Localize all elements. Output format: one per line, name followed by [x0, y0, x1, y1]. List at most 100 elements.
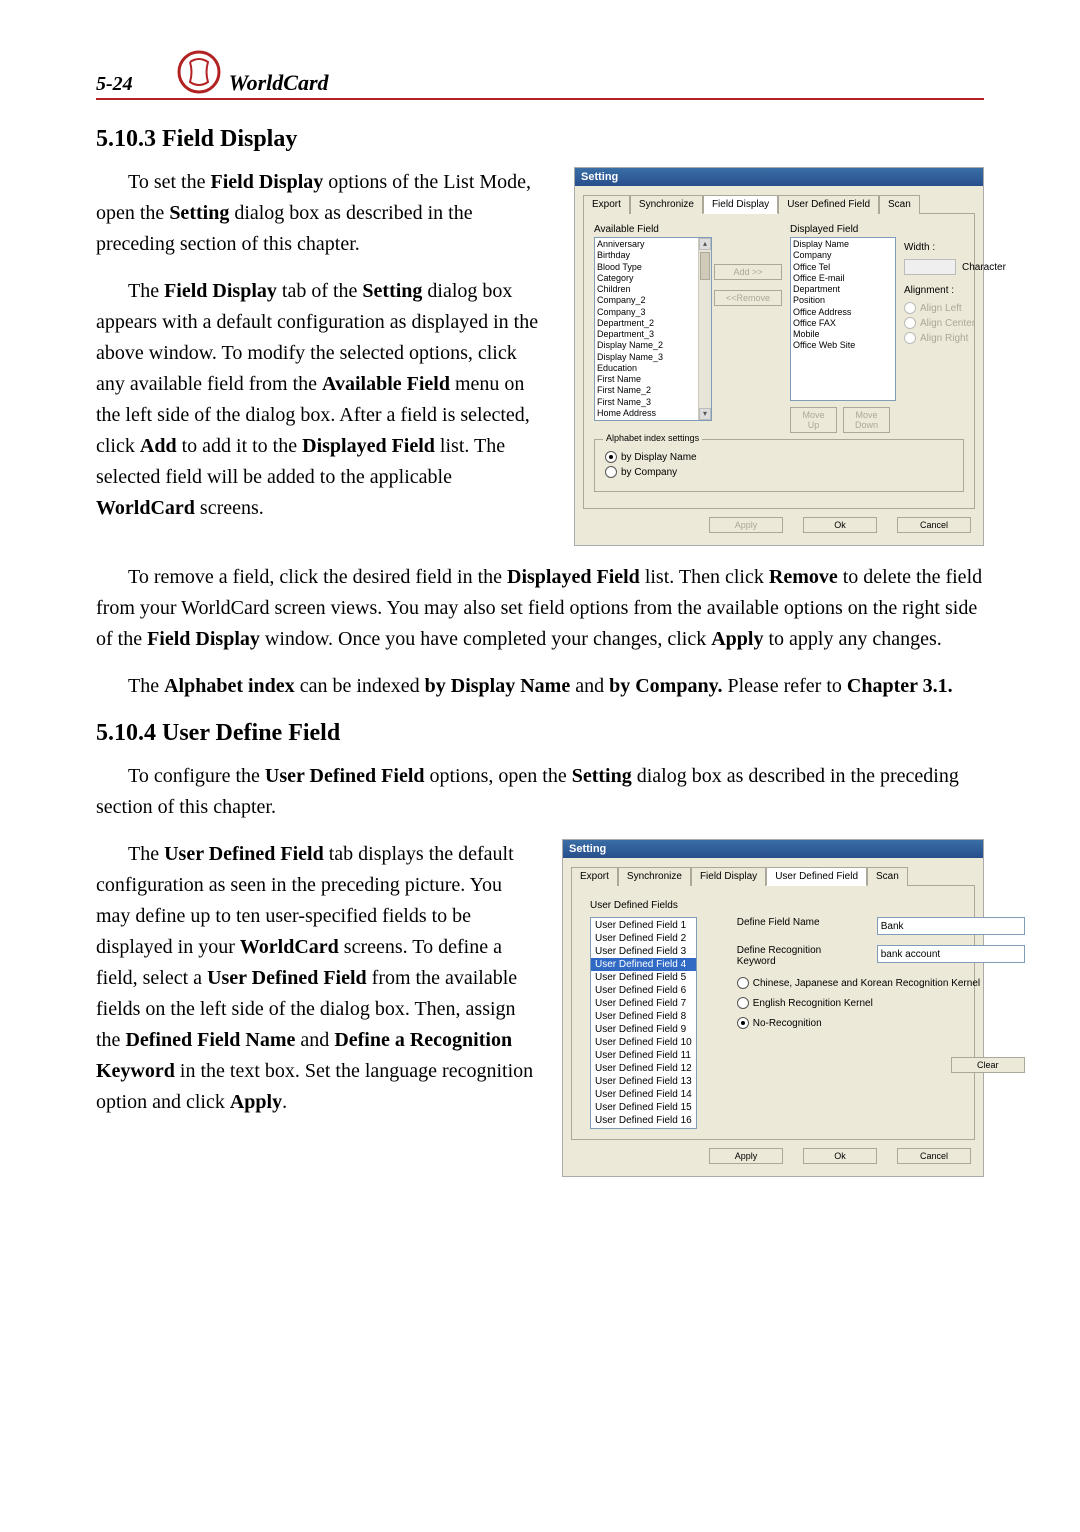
list-item[interactable]: Department	[793, 284, 893, 295]
alphabet-index-groupbox: Alphabet index settings by Display Name …	[594, 439, 964, 492]
displayed-field-list[interactable]: Display NameCompanyOffice TelOffice E-ma…	[790, 237, 896, 401]
scrollbar[interactable]: ▴ ▾	[698, 238, 711, 420]
list-item[interactable]: Office Tel	[793, 262, 893, 273]
list-item[interactable]: Mobile	[793, 329, 893, 340]
list-item[interactable]: Display Name_2	[597, 340, 709, 351]
scroll-down-icon[interactable]: ▾	[699, 408, 711, 420]
list-item[interactable]: User Defined Field 8	[591, 1010, 696, 1023]
define-field-name-input[interactable]: Bank	[877, 917, 1025, 935]
tab-user-defined-field[interactable]: User Defined Field	[766, 867, 867, 886]
cancel-button[interactable]: Cancel	[897, 517, 971, 533]
section-heading-field-display: 5.10.3 Field Display	[96, 126, 984, 153]
dialog-titlebar[interactable]: Setting	[563, 840, 983, 858]
tab-scan[interactable]: Scan	[879, 195, 920, 214]
available-field-label: Available Field	[594, 224, 706, 235]
list-item[interactable]: User Defined Field 7	[591, 997, 696, 1010]
list-item[interactable]: Office FAX	[793, 318, 893, 329]
width-input[interactable]	[904, 259, 956, 275]
list-item[interactable]: Position	[793, 295, 893, 306]
list-item[interactable]: User Defined Field 5	[591, 971, 696, 984]
available-field-list[interactable]: AnniversaryBirthdayBlood TypeCategoryChi…	[594, 237, 712, 421]
define-keyword-label: Define Recognition Keyword	[737, 945, 857, 967]
list-item[interactable]: Display Name	[793, 239, 893, 250]
list-item[interactable]: Home Address	[597, 408, 709, 419]
cancel-button[interactable]: Cancel	[897, 1148, 971, 1164]
worldcard-logo-icon	[175, 48, 223, 96]
ok-button[interactable]: Ok	[803, 517, 877, 533]
list-item[interactable]: User Defined Field 2	[591, 932, 696, 945]
list-item[interactable]: Office E-mail	[793, 273, 893, 284]
list-item[interactable]: User Defined Field 10	[591, 1036, 696, 1049]
list-item[interactable]: User Defined Field 9	[591, 1023, 696, 1036]
align-left-radio[interactable]: Align Left	[904, 302, 1006, 314]
tab-scan[interactable]: Scan	[867, 867, 908, 886]
tab-user-defined-field[interactable]: User Defined Field	[778, 195, 879, 214]
tab-synchronize[interactable]: Synchronize	[618, 867, 691, 886]
cjk-kernel-radio[interactable]: Chinese, Japanese and Korean Recognition…	[737, 977, 1025, 989]
list-item[interactable]: Office Web Site	[793, 340, 893, 351]
list-item[interactable]: Department_3	[597, 329, 709, 340]
add-button[interactable]: Add >>	[714, 264, 782, 280]
list-item[interactable]: User Defined Field 12	[591, 1062, 696, 1075]
tab-export[interactable]: Export	[571, 867, 618, 886]
english-kernel-radio[interactable]: English Recognition Kernel	[737, 997, 1025, 1009]
list-item[interactable]: User Defined Field 4	[591, 958, 696, 971]
scroll-up-icon[interactable]: ▴	[699, 238, 711, 250]
page-header: 5-24 WorldCard	[96, 48, 984, 100]
list-item[interactable]: User Defined Field 1	[591, 919, 696, 932]
no-recognition-radio[interactable]: No-Recognition	[737, 1017, 1025, 1029]
tab-field-display[interactable]: Field Display	[703, 195, 778, 214]
list-item[interactable]: User Defined Field 6	[591, 984, 696, 997]
dialog-titlebar[interactable]: Setting	[575, 168, 983, 186]
list-item[interactable]: User Defined Field 16	[591, 1114, 696, 1127]
list-item[interactable]: Office Address	[793, 307, 893, 318]
tab-field-display[interactable]: Field Display	[691, 867, 766, 886]
tab-synchronize[interactable]: Synchronize	[630, 195, 703, 214]
list-item[interactable]: Company_3	[597, 307, 709, 318]
tab-export[interactable]: Export	[583, 195, 630, 214]
list-item[interactable]: First Name_3	[597, 397, 709, 408]
by-display-name-radio[interactable]: by Display Name	[605, 451, 953, 463]
remove-button[interactable]: <<Remove	[714, 290, 782, 306]
align-right-radio[interactable]: Align Right	[904, 332, 1006, 344]
body-para: To remove a field, click the desired fie…	[96, 562, 984, 655]
width-unit: Character	[962, 262, 1006, 273]
list-item[interactable]: Anniversary	[597, 239, 709, 250]
user-defined-fields-list[interactable]: User Defined Field 1User Defined Field 2…	[590, 917, 697, 1129]
list-item[interactable]: Blood Type	[597, 262, 709, 273]
list-item[interactable]: Department_2	[597, 318, 709, 329]
list-item[interactable]: User Defined Field 3	[591, 945, 696, 958]
move-up-button[interactable]: Move Up	[790, 407, 837, 433]
setting-dialog-field-display: Setting Export Synchronize Field Display…	[574, 167, 984, 546]
define-keyword-input[interactable]: bank account	[877, 945, 1025, 963]
list-item[interactable]: Education	[597, 363, 709, 374]
setting-dialog-user-defined-field: Setting Export Synchronize Field Display…	[562, 839, 984, 1177]
list-item[interactable]: Company	[793, 250, 893, 261]
align-center-radio[interactable]: Align Center	[904, 317, 1006, 329]
list-item[interactable]: First Name	[597, 374, 709, 385]
list-item[interactable]: User Defined Field 11	[591, 1049, 696, 1062]
brand-name: WorldCard	[229, 70, 329, 96]
by-company-radio[interactable]: by Company	[605, 466, 953, 478]
list-item[interactable]: Category	[597, 273, 709, 284]
ok-button[interactable]: Ok	[803, 1148, 877, 1164]
dialog-tabs: Export Synchronize Field Display User De…	[583, 194, 975, 214]
list-item[interactable]: User Defined Field 15	[591, 1101, 696, 1114]
clear-button[interactable]: Clear	[951, 1057, 1025, 1073]
list-item[interactable]: Birthday	[597, 250, 709, 261]
apply-button[interactable]: Apply	[709, 517, 783, 533]
list-item[interactable]: Home Address_2	[597, 419, 709, 421]
alphabet-index-legend: Alphabet index settings	[603, 433, 702, 443]
list-item[interactable]: User Defined Field 14	[591, 1088, 696, 1101]
move-down-button[interactable]: Move Down	[843, 407, 890, 433]
list-item[interactable]: Children	[597, 284, 709, 295]
apply-button[interactable]: Apply	[709, 1148, 783, 1164]
list-item[interactable]: Company_2	[597, 295, 709, 306]
list-item[interactable]: Display Name_3	[597, 352, 709, 363]
page-number: 5-24	[96, 73, 133, 96]
user-defined-fields-label: User Defined Fields	[590, 900, 960, 911]
scroll-thumb[interactable]	[700, 252, 710, 280]
list-item[interactable]: User Defined Field 13	[591, 1075, 696, 1088]
list-item[interactable]: First Name_2	[597, 385, 709, 396]
define-field-name-label: Define Field Name	[737, 917, 857, 928]
